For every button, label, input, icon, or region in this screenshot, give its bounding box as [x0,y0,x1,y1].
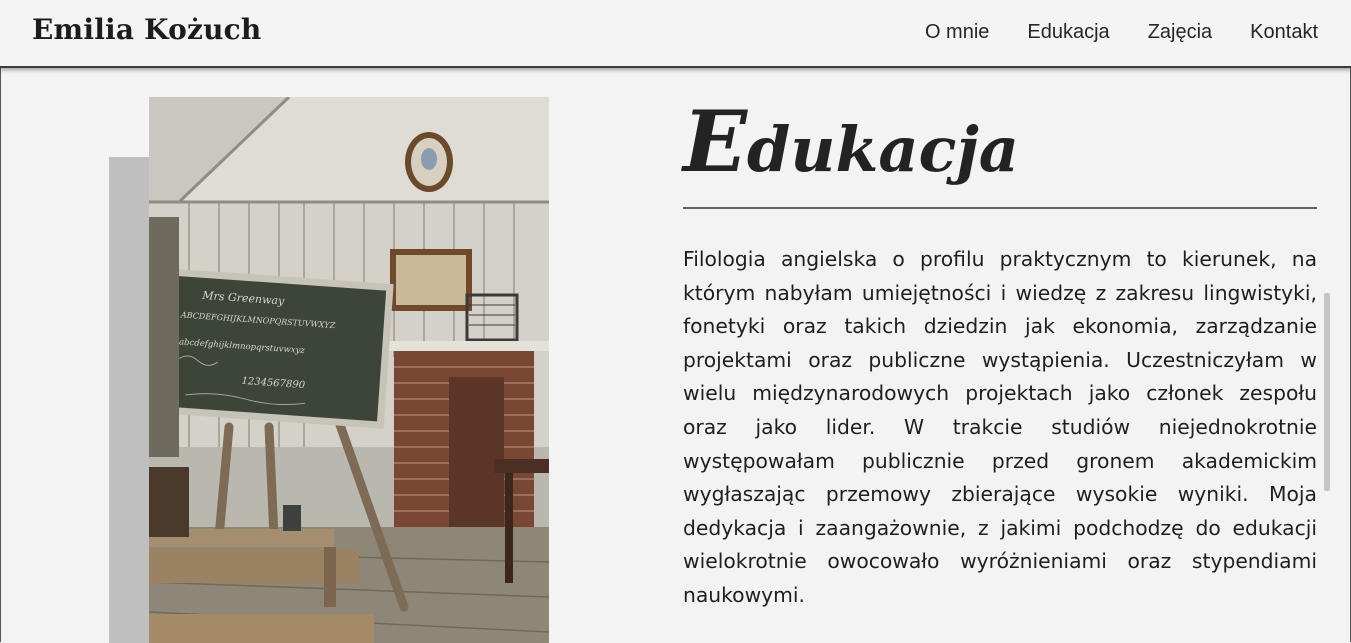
top-navbar: Emilia Kożuch O mnie Edukacja Zajęcia Ko… [0,0,1351,68]
page-title-rest: dukacja [747,113,1019,186]
page-title-initial: E [683,92,748,191]
page-title: Edukacja [683,100,1019,184]
scrollbar-thumb[interactable] [1324,293,1330,491]
education-description: Filologia angielska o profilu praktyczny… [683,247,1317,607]
title-divider [683,207,1317,209]
classroom-photo: Mrs Greenway ABCDEFGHIJKLMNOPQRSTUVWXYZ … [149,97,549,643]
nav-link-edukacja[interactable]: Edukacja [1027,21,1109,44]
decorative-gray-block [109,157,153,643]
site-brand[interactable]: Emilia Kożuch [32,13,261,46]
nav-link-o-mnie[interactable]: O mnie [925,21,989,44]
nav-link-kontakt[interactable]: Kontakt [1250,21,1318,44]
main-nav: O mnie Edukacja Zajęcia Kontakt [925,21,1318,44]
nav-link-zajecia[interactable]: Zajęcia [1148,21,1212,44]
